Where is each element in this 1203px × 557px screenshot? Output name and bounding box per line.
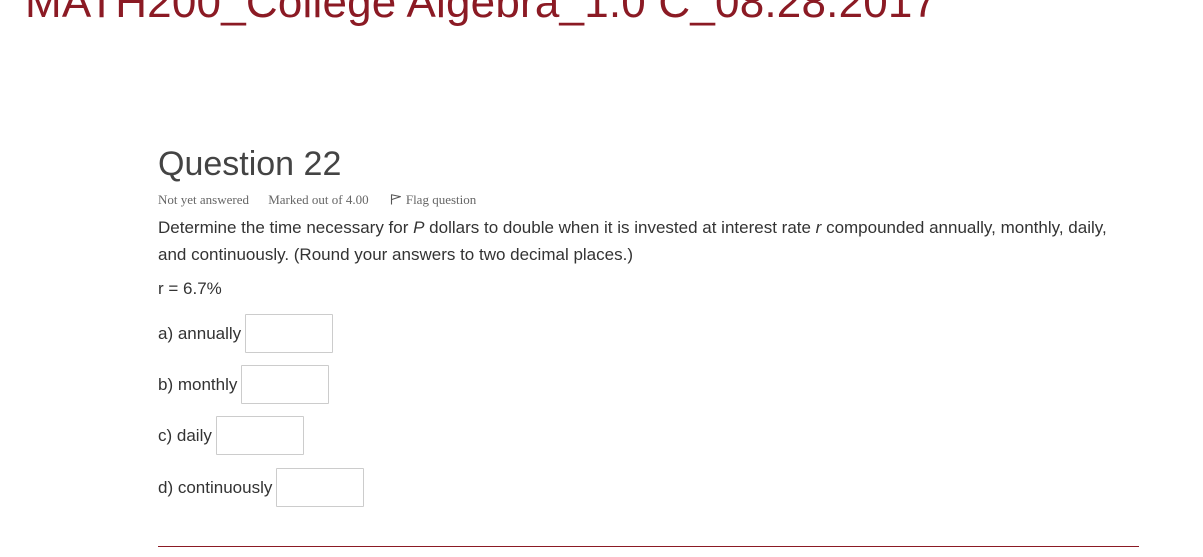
section-divider xyxy=(158,546,1139,547)
question-status: Not yet answered xyxy=(158,192,249,207)
answer-row-continuously: d) continuously xyxy=(158,466,1138,509)
question-text-part: Determine the time necessary for xyxy=(158,218,414,237)
flag-icon xyxy=(390,194,401,205)
answer-label-monthly: b) monthly xyxy=(158,374,238,394)
answer-row-monthly: b) monthly xyxy=(158,363,1138,406)
interest-rate: r = 6.7% xyxy=(158,279,222,298)
question-text: Determine the time necessary for P dolla… xyxy=(158,214,1118,268)
variable-p: P xyxy=(413,218,425,237)
flag-question-label: Flag question xyxy=(405,192,477,207)
answer-label-annually: a) annually xyxy=(158,323,242,343)
question-grade: Marked out of 4.00 xyxy=(268,192,369,207)
answer-label-continuously: d) continuously xyxy=(158,477,273,497)
question-heading: Question 22 xyxy=(158,145,342,183)
answer-row-daily: c) daily xyxy=(158,414,1138,457)
question-text-part: dollars to double when it is invested at… xyxy=(424,218,816,237)
question-info: Not yet answered Marked out of 4.00 Flag… xyxy=(158,192,1138,208)
answer-label-daily: c) daily xyxy=(158,425,212,445)
answer-input-daily[interactable] xyxy=(215,416,304,455)
answer-input-monthly[interactable] xyxy=(241,365,330,404)
answer-row-annually: a) annually xyxy=(158,312,1138,355)
course-title: MATH200_College Algebra_1.0 C_08.28.2017 xyxy=(25,0,938,27)
flag-question-link[interactable]: Flag question xyxy=(390,192,476,208)
answer-input-annually[interactable] xyxy=(245,314,334,353)
question-block: Question 22 Not yet answered Marked out … xyxy=(158,144,1138,509)
answer-input-continuously[interactable] xyxy=(276,468,365,507)
